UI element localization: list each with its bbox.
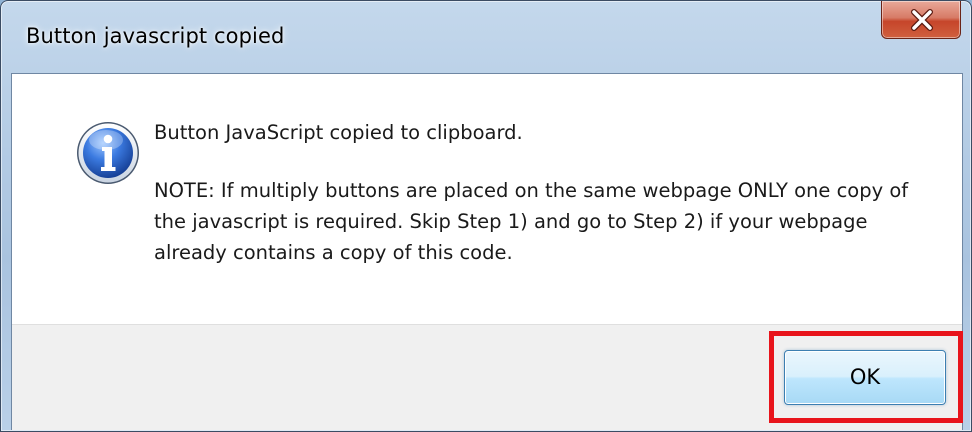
message-note-text: NOTE: If multiply buttons are placed on … bbox=[154, 179, 909, 264]
title-bar[interactable]: Button javascript copied bbox=[1, 1, 971, 73]
ok-button[interactable]: OK bbox=[784, 350, 946, 405]
dialog-client-area: Button JavaScript copied to clipboard. N… bbox=[11, 73, 963, 430]
dialog-message: Button JavaScript copied to clipboard. N… bbox=[154, 117, 934, 268]
dialog-footer: OK bbox=[12, 324, 963, 430]
close-icon bbox=[911, 9, 933, 31]
dialog-content: Button JavaScript copied to clipboard. N… bbox=[12, 74, 962, 324]
window-title: Button javascript copied bbox=[26, 24, 285, 48]
dialog-window: Button javascript copied Button JavaScri… bbox=[0, 0, 972, 432]
info-icon bbox=[77, 122, 139, 184]
close-button[interactable] bbox=[881, 1, 961, 39]
message-main-text: Button JavaScript copied to clipboard. bbox=[154, 121, 523, 144]
